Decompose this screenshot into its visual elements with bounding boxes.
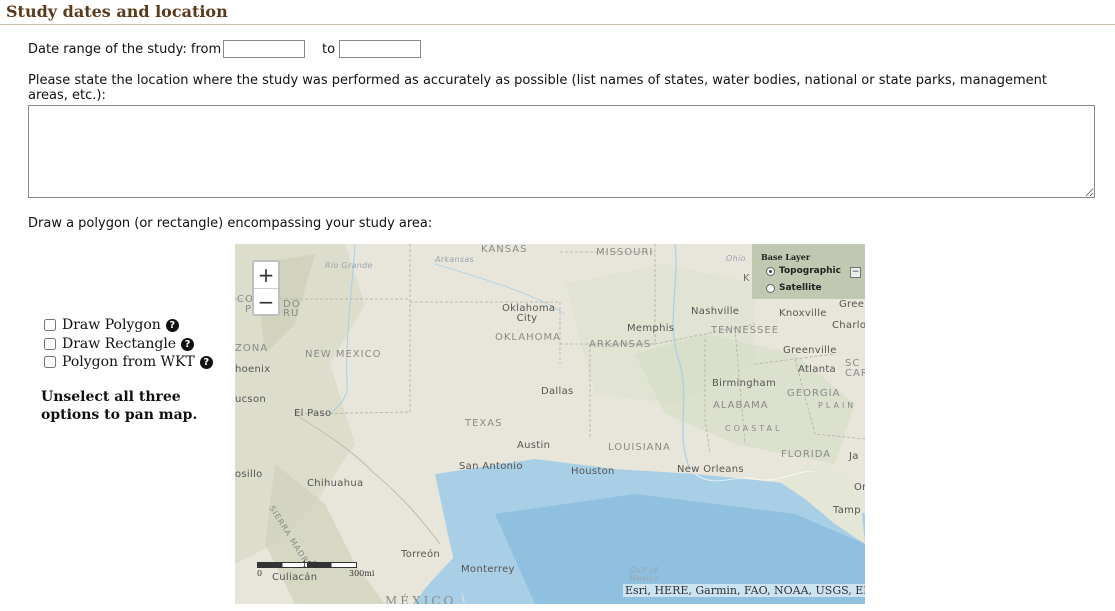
map-label: PLAIN	[818, 401, 857, 410]
scale-zero: 0	[257, 569, 263, 578]
polygon-prompt: Draw a polygon (or rectangle) encompassi…	[28, 216, 433, 231]
polygon-wkt-label: Polygon from WKT	[62, 354, 195, 370]
base-layer-title: Base Layer	[761, 252, 811, 262]
map-label: Torreón	[401, 549, 441, 560]
map-label: Ja	[849, 451, 859, 462]
map-label: Arkansas	[435, 255, 475, 264]
date-from-input[interactable]	[223, 40, 305, 58]
date-from-label: Date range of the study: from	[28, 42, 222, 57]
map-label: Birmingham	[712, 378, 776, 389]
map-label: Knoxville	[779, 308, 827, 319]
draw-polygon-checkbox[interactable]	[44, 319, 56, 331]
base-layer-option-topographic[interactable]: Topographic	[766, 266, 841, 276]
map-attribution: Esri, HERE, Garmin, FAO, NOAA, USGS, EPA	[623, 584, 865, 597]
map-label: Oklahoma City	[502, 303, 556, 324]
map-label: ARKANSAS	[589, 339, 652, 350]
map-label: Gree	[839, 299, 865, 310]
zoom-control: + −	[252, 260, 280, 316]
base-layer-option-satellite[interactable]: Satellite	[766, 283, 822, 293]
map-label: Nashville	[691, 306, 740, 317]
map-label: Rio Grande	[325, 261, 373, 270]
question-circle-icon[interactable]: ?	[199, 355, 213, 369]
map-label: Ohio	[726, 254, 746, 263]
map-label: COASTAL	[725, 424, 783, 433]
polygon-wkt-option[interactable]: Polygon from WKT ?	[44, 354, 213, 370]
map-label: ucson	[235, 394, 267, 405]
map-label: Houston	[571, 466, 615, 477]
topographic-label: Topographic	[779, 266, 841, 276]
location-textarea[interactable]	[28, 105, 1095, 198]
topographic-radio[interactable]	[766, 266, 775, 276]
satellite-label: Satellite	[779, 283, 822, 293]
map-label: Charlo	[832, 320, 865, 331]
map-label: Or	[854, 482, 865, 493]
map-label: San Antonio	[459, 461, 523, 472]
zoom-in-button[interactable]: +	[254, 262, 278, 288]
map-label: Gulf of Mexico	[629, 566, 659, 583]
question-circle-icon[interactable]: ?	[165, 318, 179, 332]
collapse-layer-panel-button[interactable]: −	[850, 267, 861, 278]
map-label: Culiacán	[272, 572, 318, 583]
map-label: ZONA	[235, 343, 269, 354]
map-label: Memphis	[627, 323, 675, 334]
title-divider	[0, 24, 1115, 25]
map-label: GEORGIA	[787, 388, 841, 399]
map-label: NEW MEXICO	[305, 349, 382, 360]
map-label: El Paso	[294, 408, 332, 419]
map-label: Monterrey	[461, 564, 515, 575]
map-label: RU	[283, 308, 300, 319]
map-label: TENNESSEE	[711, 325, 780, 336]
draw-polygon-label: Draw Polygon	[62, 317, 161, 333]
map-label: P	[245, 304, 253, 315]
satellite-radio[interactable]	[766, 283, 775, 293]
polygon-wkt-checkbox[interactable]	[44, 356, 56, 368]
map-label: K	[743, 273, 750, 284]
draw-rectangle-option[interactable]: Draw Rectangle ?	[44, 336, 195, 352]
map-label: OKLAHOMA	[495, 332, 561, 343]
map-label: FLORIDA	[781, 449, 832, 460]
map-label: TEXAS	[465, 418, 503, 429]
map-label: MISSOURI	[596, 247, 654, 258]
section-title: Study dates and location	[6, 2, 228, 21]
draw-polygon-option[interactable]: Draw Polygon ?	[44, 317, 179, 333]
map-label: KANSAS	[481, 244, 528, 255]
map-label: CAR	[845, 368, 865, 379]
map-label: LOUISIANA	[608, 442, 671, 453]
map-label: Tamp	[833, 505, 861, 516]
base-layer-panel: Base Layer Topographic Satellite −	[752, 244, 865, 299]
draw-rectangle-label: Draw Rectangle	[62, 336, 177, 352]
pan-instruction: Unselect all three options to pan map.	[41, 389, 198, 423]
scale-mid: 150	[302, 560, 318, 569]
map-label: Atlanta	[798, 364, 836, 375]
scale-max: 300mi	[349, 569, 375, 578]
study-area-map[interactable]: KANSAS MISSOURI Arkansas Rio Grande Ohio…	[235, 244, 865, 604]
map-label: Greenville	[783, 345, 837, 356]
map-label: osillo	[235, 469, 263, 480]
map-label: New Orleans	[677, 464, 744, 475]
map-label: MÉXICO	[385, 594, 457, 604]
location-prompt: Please state the location where the stud…	[28, 73, 1048, 103]
zoom-out-button[interactable]: −	[254, 289, 278, 315]
map-label: hoenix	[235, 364, 271, 375]
date-to-input[interactable]	[339, 40, 421, 58]
draw-rectangle-checkbox[interactable]	[44, 338, 56, 350]
map-label: Chihuahua	[307, 478, 364, 489]
map-label: Dallas	[541, 386, 574, 397]
question-circle-icon[interactable]: ?	[181, 337, 195, 351]
map-label: Austin	[517, 440, 551, 451]
date-to-label: to	[322, 42, 336, 57]
map-label: ALABAMA	[713, 400, 769, 411]
